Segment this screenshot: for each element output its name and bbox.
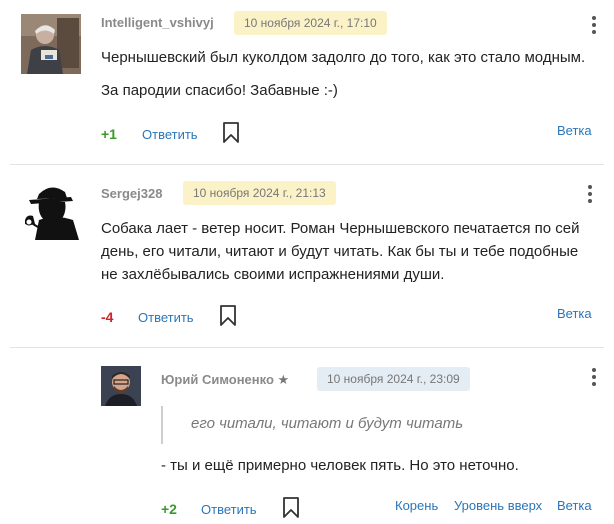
reply-link[interactable]: Ответить bbox=[201, 502, 257, 517]
thread-link[interactable]: Ветка bbox=[557, 123, 592, 138]
avatar[interactable] bbox=[21, 14, 81, 74]
star-icon: ★ bbox=[277, 372, 290, 387]
bookmark-icon[interactable] bbox=[222, 122, 240, 144]
comment-date: 10 ноября 2024 г., 23:09 bbox=[317, 367, 470, 391]
kebab-icon[interactable] bbox=[586, 15, 602, 35]
bookmark-icon[interactable] bbox=[219, 305, 237, 327]
comment-author[interactable]: Юрий Симоненко ★ bbox=[161, 372, 289, 388]
kebab-icon[interactable] bbox=[582, 184, 598, 204]
reply-link[interactable]: Ответить bbox=[138, 310, 194, 325]
comment-author[interactable]: Sergej328 bbox=[101, 186, 162, 201]
comment-date: 10 ноября 2024 г., 21:13 bbox=[183, 181, 336, 205]
comment-paragraph: За пародии спасибо! Забавные :-) bbox=[101, 82, 338, 99]
bookmark-icon[interactable] bbox=[282, 497, 300, 519]
comment-item: Юрий Симоненко ★ 10 ноября 2024 г., 23:0… bbox=[0, 348, 614, 523]
comment-line: день, его читали, читают и будут читать.… bbox=[101, 243, 579, 260]
comment-item: Intelligent_vshivyj 10 ноября 2024 г., 1… bbox=[0, 0, 614, 164]
comment-text: - ты и ещё примерно человек пять. Но это… bbox=[161, 457, 519, 474]
comment-paragraph: Чернышевский был куколдом задолго до тог… bbox=[101, 49, 586, 66]
comment-line: не захлёбывались своими испражнениями ду… bbox=[101, 266, 445, 283]
quote-block: его читали, читают и будут читать bbox=[161, 406, 561, 444]
comment-score: -4 bbox=[101, 309, 114, 325]
author-name: Юрий Симоненко bbox=[161, 372, 274, 387]
comment-date: 10 ноября 2024 г., 17:10 bbox=[234, 11, 387, 35]
comment-score: +1 bbox=[101, 126, 117, 142]
kebab-icon[interactable] bbox=[586, 367, 602, 387]
avatar[interactable] bbox=[21, 180, 81, 240]
avatar[interactable] bbox=[101, 366, 141, 406]
reply-link[interactable]: Ответить bbox=[142, 127, 198, 142]
thread-link[interactable]: Ветка bbox=[557, 306, 592, 321]
comment-author[interactable]: Intelligent_vshivyj bbox=[101, 15, 214, 30]
thread-link[interactable]: Ветка bbox=[557, 498, 592, 513]
level-up-link[interactable]: Уровень вверх bbox=[454, 498, 542, 513]
comment-score: +2 bbox=[161, 501, 177, 517]
comment-item: Sergej328 10 ноября 2024 г., 21:13 Собак… bbox=[0, 165, 614, 347]
root-link[interactable]: Корень bbox=[395, 498, 438, 513]
comment-line: Собака лает - ветер носит. Роман Черныше… bbox=[101, 220, 580, 237]
